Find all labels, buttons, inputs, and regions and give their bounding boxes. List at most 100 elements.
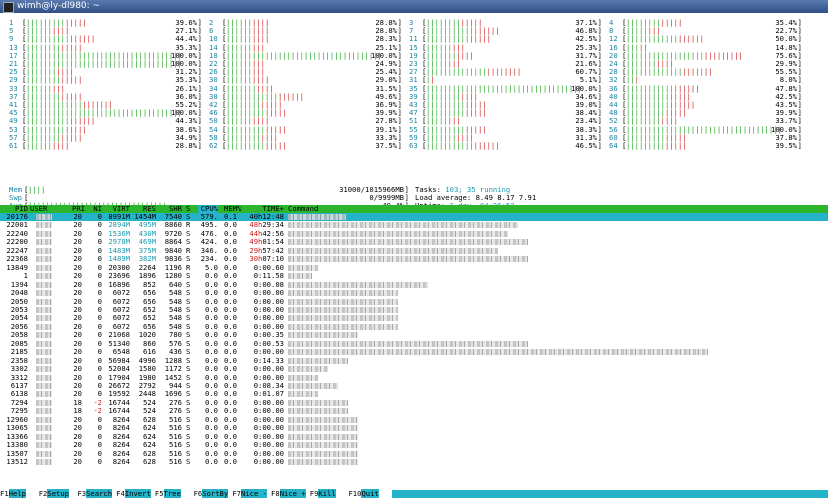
cell-res: 1896 <box>138 271 156 281</box>
fkey-key: F5 <box>154 489 164 498</box>
process-row[interactable]: 13380 20 0 8264 624 516 S 0.0 0.0 0:00.00 <box>0 441 828 449</box>
cell-shr: 516 <box>169 457 182 467</box>
cell-ni: 0 <box>97 364 102 374</box>
cell-virt: 8264 <box>112 457 130 467</box>
fkey-f1[interactable]: F1Help <box>0 489 26 498</box>
fkey-f2[interactable]: F2Setup <box>39 489 70 498</box>
fkey-key: F4 <box>116 489 125 498</box>
cell-mem: 0.0 <box>224 271 237 281</box>
fkey-label: Quit <box>361 489 379 498</box>
cell-pid: 3302 <box>10 364 28 374</box>
column-header[interactable]: Command <box>288 205 318 213</box>
command-redacted <box>288 214 346 220</box>
meter-bracket: ] <box>397 141 402 150</box>
fkey-f6[interactable]: F6SortBy <box>194 489 229 498</box>
user-name-redacted <box>36 357 52 364</box>
cpu-bar: |||||||||||||||||||||| <box>426 67 522 77</box>
fkey-f5[interactable]: F5Tree <box>154 489 181 498</box>
cell-ni: 0 <box>97 271 102 281</box>
cell-time: 0:00.00 <box>253 347 284 357</box>
command-redacted <box>288 230 508 237</box>
fkey-f10[interactable]: F10Quit <box>348 489 379 498</box>
cell-ni: 0 <box>97 440 102 450</box>
cell-cpu: 0.0 <box>205 364 218 374</box>
fkey-label: Invert <box>124 489 151 498</box>
user-name-redacted <box>36 366 52 373</box>
cell-pri: 20 <box>73 271 82 281</box>
cell-pri: 20 <box>73 440 82 450</box>
command-redacted <box>288 459 358 466</box>
user-name-redacted <box>36 306 52 313</box>
fkey-label: SortBy <box>202 489 229 498</box>
user-name-redacted <box>36 273 52 280</box>
user-name-redacted <box>36 450 52 457</box>
user-name-redacted <box>36 340 52 347</box>
user-name-redacted <box>36 408 52 415</box>
cell-s: S <box>186 440 191 450</box>
cell-pri: 20 <box>73 288 82 298</box>
cell-time: 0:11.58 <box>253 271 284 281</box>
title-bar[interactable]: wimh@ly-dl980: ~ <box>0 0 828 13</box>
process-row[interactable]: 1 20 0 23696 1896 1280 S 0.0 0.0 0:11.58 <box>0 272 828 280</box>
cell-time: 0:00.00 <box>253 457 284 467</box>
fkey-f8[interactable]: F8Nice + <box>271 489 306 498</box>
cell-res: 628 <box>143 457 156 467</box>
command-redacted <box>288 298 398 305</box>
meter-bracket: ] <box>597 141 602 150</box>
command-redacted <box>288 450 358 457</box>
fkey-f4[interactable]: F4Invert <box>116 489 151 498</box>
command-redacted <box>288 239 528 246</box>
fkey-bar-fill <box>391 490 828 498</box>
fkey-key: F3 <box>77 489 87 498</box>
command-redacted <box>288 391 318 398</box>
cell-shr: 516 <box>169 440 182 450</box>
user-name-redacted <box>36 290 52 297</box>
cpu-meter: 27[|||||||||||||||||||||| 60.7%] <box>409 68 609 76</box>
user-name-redacted <box>36 442 52 449</box>
command-redacted <box>288 408 348 415</box>
cell-ni: 0 <box>97 288 102 298</box>
cpu-percent: 46.5% <box>575 141 597 150</box>
cell-s: S <box>186 364 191 374</box>
load-15: 7.91 <box>518 193 537 202</box>
fkey-f3[interactable]: F3Search <box>77 489 113 498</box>
cell-pri: 20 <box>73 347 82 357</box>
fkey-f9[interactable]: F9Kill <box>310 489 336 498</box>
column-header[interactable]: USER <box>30 205 47 213</box>
fkey-label: Nice - <box>240 489 267 498</box>
cell-virt: 6548 <box>112 347 130 357</box>
user-name-redacted <box>36 332 52 339</box>
cpu-meter: 64[|||||||||||||| 39.5%] <box>609 142 809 150</box>
command-redacted <box>288 256 528 263</box>
user-name-redacted <box>36 298 52 305</box>
command-redacted <box>288 247 498 254</box>
cell-cpu: 0.0 <box>205 440 218 450</box>
process-row[interactable]: 2185 20 0 6548 616 436 S 0.0 0.0 0:00.00 <box>0 348 828 356</box>
cell-mem: 0.0 <box>224 440 237 450</box>
command-redacted <box>288 273 312 280</box>
cell-mem: 0.0 <box>224 347 237 357</box>
user-name-redacted <box>36 433 52 440</box>
user-name-redacted <box>36 315 52 322</box>
cell-s: S <box>186 271 191 281</box>
command-redacted <box>288 281 428 288</box>
process-row[interactable]: 13512 20 0 8264 628 516 S 0.0 0.0 0:00.00 <box>0 458 828 466</box>
command-redacted <box>288 399 348 406</box>
cpu-id: 61 <box>9 141 18 150</box>
fkey-key: F7 <box>232 489 241 498</box>
cell-pri: 20 <box>73 364 82 374</box>
cell-res: 624 <box>143 440 156 450</box>
process-row[interactable]: 3302 20 0 52084 1580 1172 S 0.0 0.0 0:00.00 <box>0 365 828 373</box>
fkey-label: Kill <box>318 489 336 498</box>
command-redacted <box>288 416 358 423</box>
cell-time: 0:00.00 <box>253 288 284 298</box>
cell-cpu: 0.0 <box>205 457 218 467</box>
fkey-f7[interactable]: F7Nice - <box>232 489 267 498</box>
command-redacted <box>288 332 358 339</box>
cpu-percent: 37.5% <box>375 141 397 150</box>
process-row[interactable]: 2048 20 0 6072 656 548 S 0.0 0.0 0:00.00 <box>0 289 828 297</box>
user-name-redacted <box>36 399 52 406</box>
cell-time: 0:00.00 <box>253 440 284 450</box>
user-name-redacted <box>36 349 52 356</box>
cell-shr: 548 <box>169 288 182 298</box>
